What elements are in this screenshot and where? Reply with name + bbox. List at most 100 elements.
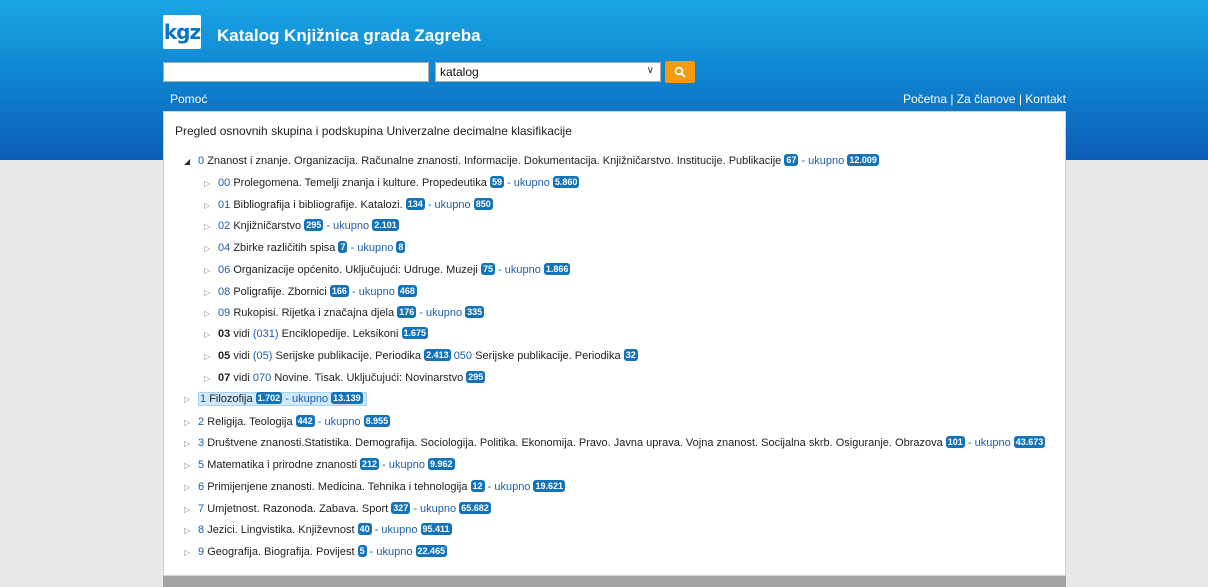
members-link[interactable]: Za članove [957, 92, 1016, 106]
expand-toggle-icon[interactable]: ▷ [204, 263, 218, 279]
contact-link[interactable]: Kontakt [1025, 92, 1066, 106]
node-label[interactable]: Prolegomena. Temelji znanja i kulture. P… [233, 177, 487, 189]
expand-toggle-icon[interactable]: ▷ [204, 219, 218, 235]
expand-toggle-icon[interactable]: ▷ [184, 480, 198, 496]
node-code[interactable]: 00 [218, 177, 230, 189]
search-button[interactable] [665, 61, 695, 83]
node-code[interactable]: 9 [198, 546, 204, 558]
tree-node-content[interactable]: 04 Zbirke različitih spisa 7 - ukupno 8 [218, 241, 406, 254]
total-link[interactable]: - ukupno [504, 177, 553, 189]
expand-toggle-icon[interactable]: ▷ [204, 327, 218, 343]
node-code[interactable]: 1 [200, 393, 206, 405]
total-link[interactable]: - ukupno [965, 437, 1014, 449]
tree-node-content[interactable]: 01 Bibliografija i bibliografije. Katalo… [218, 198, 493, 211]
node-label[interactable]: Organizacije općenito. Uključujući: Udru… [233, 264, 478, 276]
node-label[interactable]: Knjižničarstvo [233, 220, 301, 232]
tree-node-content[interactable]: 5 Matematika i prirodne znanosti 212 - u… [198, 458, 455, 471]
tree-node-content[interactable]: 1 Filozofija 1.702 - ukupno 13.139 [198, 392, 367, 406]
search-input[interactable] [163, 62, 429, 82]
kgz-logo[interactable]: kgz [163, 15, 201, 49]
catalog-select[interactable]: katalog ∨ [435, 62, 661, 82]
count-badge: 442 [295, 415, 315, 427]
tree-node-content[interactable]: 02 Knjižničarstvo 295 - ukupno 2.101 [218, 219, 399, 232]
total-link[interactable]: - ukupno [410, 503, 459, 515]
tree-node-content[interactable]: 0 Znanost i znanje. Organizacija. Računa… [198, 154, 879, 167]
tree-node-content[interactable]: 3 Društvene znanosti.Statistika. Demogra… [198, 436, 1046, 449]
expand-toggle-icon[interactable]: ▷ [204, 349, 218, 365]
total-link[interactable]: - ukupno [798, 155, 847, 167]
node-label[interactable]: Filozofija [209, 393, 252, 405]
node-code[interactable]: 7 [198, 503, 204, 515]
tree-node-content[interactable]: 9 Geografija. Biografija. Povijest 5 - u… [198, 545, 448, 558]
total-link[interactable]: - ukupno [367, 546, 416, 558]
home-link[interactable]: Početna [903, 92, 947, 106]
reference-link[interactable]: (05) [253, 350, 273, 362]
total-link[interactable]: - ukupno [379, 459, 428, 471]
total-link[interactable]: - ukupno [495, 264, 544, 276]
node-label[interactable]: Znanost i znanje. Organizacija. Računaln… [207, 155, 781, 167]
tree-node-content[interactable]: 7 Umjetnost. Razonoda. Zabava. Sport 327… [198, 502, 491, 515]
expand-toggle-icon[interactable]: ▷ [204, 176, 218, 192]
total-link[interactable]: - ukupno [349, 286, 398, 298]
node-code[interactable]: 09 [218, 307, 230, 319]
expand-toggle-icon[interactable]: ▷ [204, 306, 218, 322]
site-title[interactable]: Katalog Knjižnica grada Zagreba [217, 26, 481, 46]
node-code[interactable]: 06 [218, 264, 230, 276]
node-code[interactable]: 8 [198, 524, 204, 536]
expand-toggle-icon[interactable]: ▷ [184, 458, 198, 474]
node-code[interactable]: 6 [198, 481, 204, 493]
expand-toggle-icon[interactable]: ▷ [184, 523, 198, 539]
total-link[interactable]: - ukupno [372, 524, 421, 536]
node-code[interactable]: 2 [198, 416, 204, 428]
expand-toggle-icon[interactable]: ▷ [184, 436, 198, 452]
expand-toggle-icon[interactable]: ▷ [184, 545, 198, 561]
collapse-toggle-icon[interactable]: ◢ [184, 154, 198, 170]
node-label[interactable]: Geografija. Biografija. Povijest [207, 546, 354, 558]
total-link[interactable]: - ukupno [323, 220, 372, 232]
tree-node-content[interactable]: 08 Poligrafije. Zbornici 166 - ukupno 46… [218, 285, 417, 298]
node-label[interactable]: Matematika i prirodne znanosti [207, 459, 357, 471]
expand-toggle-icon[interactable]: ▷ [204, 285, 218, 301]
tree-node-content[interactable]: 07 vidi 070 Novine. Tisak. Uključujući: … [218, 371, 486, 384]
tree-node-content[interactable]: 6 Primijenjene znanosti. Medicina. Tehni… [198, 480, 566, 493]
node-label[interactable]: Umjetnost. Razonoda. Zabava. Sport [207, 503, 388, 515]
total-link[interactable]: - ukupno [485, 481, 534, 493]
total-link[interactable]: - ukupno [347, 242, 396, 254]
expand-toggle-icon[interactable]: ▷ [184, 392, 198, 408]
tree-node-content[interactable]: 8 Jezici. Lingvistika. Književnost 40 - … [198, 523, 452, 536]
expand-toggle-icon[interactable]: ▷ [204, 198, 218, 214]
node-label[interactable]: Religija. Teologija [207, 416, 292, 428]
node-label[interactable]: Rukopisi. Rijetka i značajna djela [233, 307, 394, 319]
tree-node-content[interactable]: 09 Rukopisi. Rijetka i značajna djela 17… [218, 306, 485, 319]
node-code[interactable]: 5 [198, 459, 204, 471]
tree-node-content[interactable]: 06 Organizacije općenito. Uključujući: U… [218, 263, 571, 276]
tree-node-content[interactable]: 03 vidi (031) Enciklopedije. Leksikoni 1… [218, 327, 429, 340]
tree-node-content[interactable]: 00 Prolegomena. Temelji znanja i kulture… [218, 176, 580, 189]
expand-toggle-icon[interactable]: ▷ [184, 415, 198, 431]
node-code[interactable]: 01 [218, 199, 230, 211]
tree-node-content[interactable]: 05 vidi (05) Serijske publikacije. Perio… [218, 349, 638, 362]
expand-toggle-icon[interactable]: ▷ [184, 502, 198, 518]
total-link[interactable]: - ukupno [416, 307, 465, 319]
reference-link[interactable]: 070 [253, 372, 271, 384]
node-label[interactable]: Zbirke različitih spisa [233, 242, 335, 254]
node-label[interactable]: Društvene znanosti.Statistika. Demografi… [207, 437, 943, 449]
node-code[interactable]: 02 [218, 220, 230, 232]
node-code[interactable]: 04 [218, 242, 230, 254]
total-link[interactable]: - ukupno [425, 199, 474, 211]
node-label[interactable]: Jezici. Lingvistika. Književnost [207, 524, 354, 536]
expand-toggle-icon[interactable]: ▷ [204, 371, 218, 387]
help-link[interactable]: Pomoć [170, 92, 207, 106]
node-label[interactable]: Primijenjene znanosti. Medicina. Tehnika… [207, 481, 467, 493]
reference-link[interactable]: 050 [454, 350, 472, 362]
reference-link[interactable]: (031) [253, 328, 279, 340]
expand-toggle-icon[interactable]: ▷ [204, 241, 218, 257]
tree-node-content[interactable]: 2 Religija. Teologija 442 - ukupno 8.955 [198, 415, 391, 428]
node-code[interactable]: 0 [198, 155, 204, 167]
node-code[interactable]: 3 [198, 437, 204, 449]
node-code[interactable]: 08 [218, 286, 230, 298]
node-label[interactable]: Bibliografija i bibliografije. Katalozi. [233, 199, 402, 211]
total-link[interactable]: - ukupno [282, 393, 331, 405]
total-link[interactable]: - ukupno [315, 416, 364, 428]
node-label[interactable]: Poligrafije. Zbornici [233, 286, 327, 298]
